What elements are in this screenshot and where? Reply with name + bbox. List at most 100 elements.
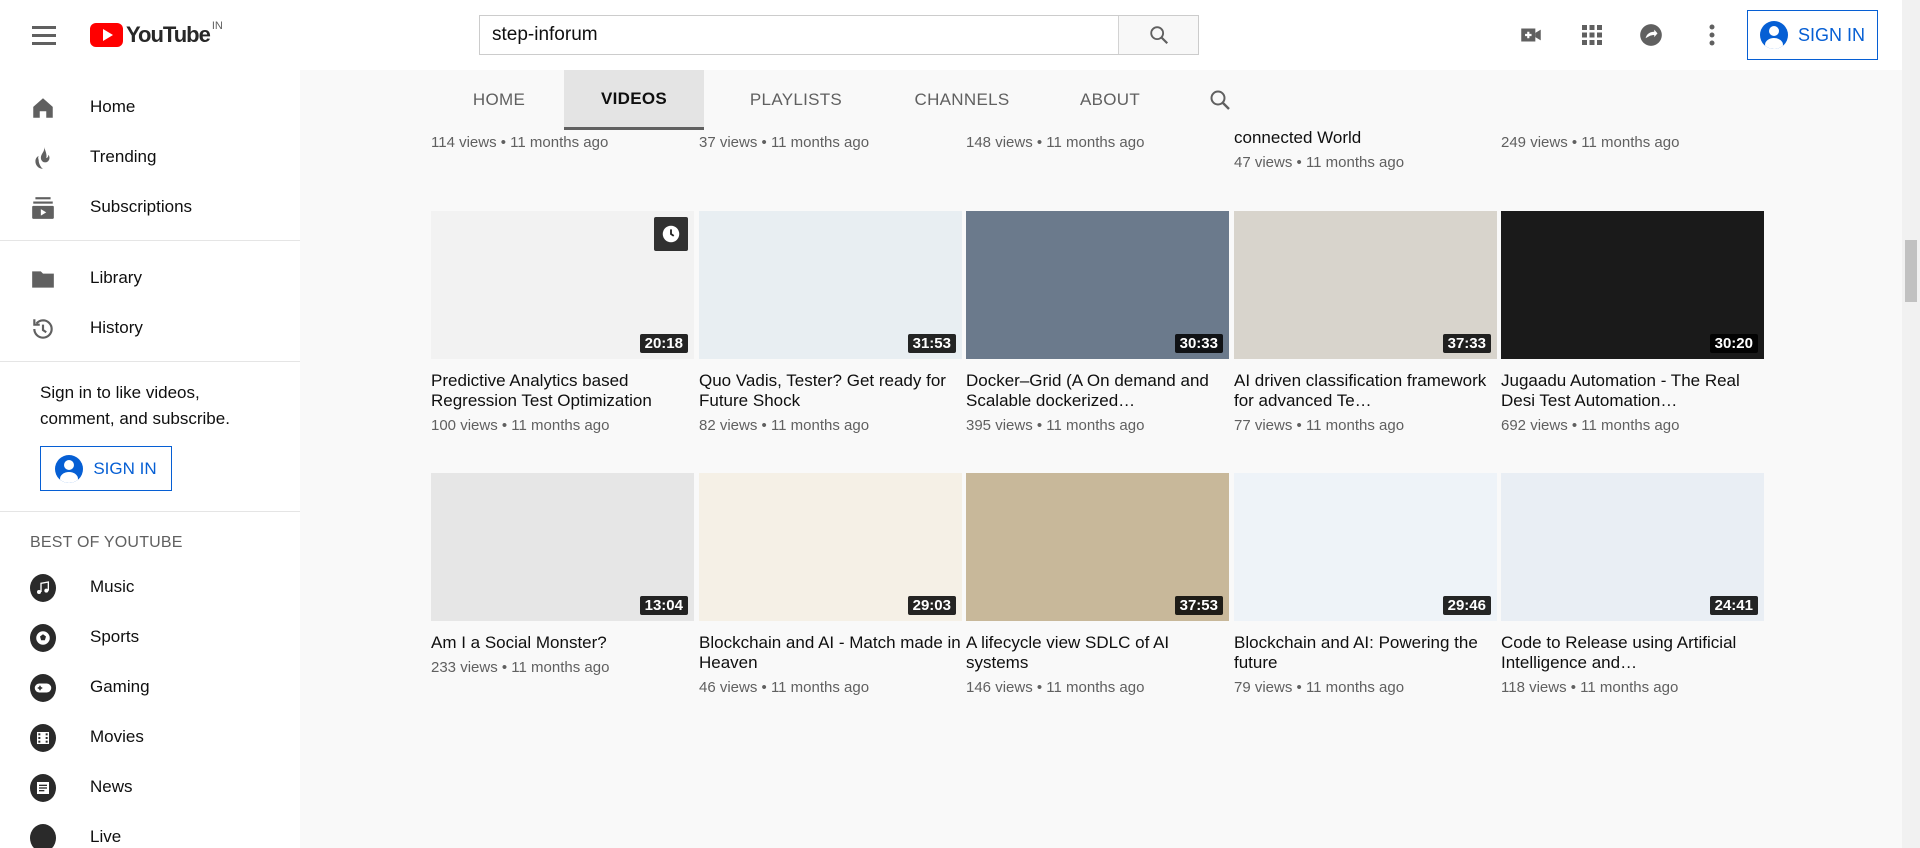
- page-scrollbar[interactable]: [1902, 0, 1920, 848]
- video-duration: 29:46: [1442, 596, 1491, 615]
- video-thumbnail[interactable]: 29:46: [1234, 473, 1497, 621]
- sidebar-item-label: Library: [90, 268, 142, 287]
- video-card[interactable]: 24:41 Code to Release using Artificial In…: [1501, 473, 1764, 696]
- video-duration: 31:53: [907, 334, 956, 353]
- video-card[interactable]: 29:46 Blockchain and AI: Powering the fut…: [1234, 473, 1497, 696]
- settings-more-button[interactable]: [1697, 20, 1727, 50]
- sidebar-item-home[interactable]: Home: [0, 82, 300, 132]
- tab-videos[interactable]: VIDEOS: [564, 70, 704, 130]
- tab-home[interactable]: HOME: [444, 70, 554, 130]
- video-thumbnail[interactable]: 29:03: [699, 473, 962, 621]
- masthead: YouTube IN SIGN IN: [0, 0, 1920, 70]
- video-thumbnail[interactable]: 31:53: [699, 211, 962, 359]
- video-title[interactable]: Docker–Grid (A On demand and Scalable do…: [966, 371, 1229, 411]
- video-metadata: 37 views • 11 months ago: [699, 134, 870, 151]
- video-metadata: 692 views • 11 months ago: [1501, 417, 1680, 434]
- video-metadata: 46 views • 11 months ago: [699, 679, 870, 696]
- guide-sidebar: Home Trending Subscriptions Library Hist…: [0, 70, 300, 848]
- video-title[interactable]: Jugaadu Automation - The Real Desi Test …: [1501, 371, 1764, 411]
- video-card[interactable]: 31:53 Quo Vadis, Tester? Get ready for Fu…: [699, 211, 962, 434]
- video-thumbnail[interactable]: 37:33: [1234, 211, 1497, 359]
- sidebar-item-music[interactable]: Music: [0, 562, 300, 612]
- video-duration: 13:04: [639, 596, 688, 615]
- sidebar-item-live[interactable]: Live: [0, 812, 300, 848]
- sidebar-item-label: Music: [90, 577, 135, 596]
- video-title[interactable]: Predictive Analytics based Regression Te…: [431, 371, 694, 411]
- video-card[interactable]: 37:53 A lifecycle view SDLC of AI systems…: [966, 473, 1229, 696]
- video-metadata: 82 views • 11 months ago: [699, 417, 870, 434]
- video-title[interactable]: Am I a Social Monster?: [431, 633, 694, 653]
- movies-icon: [30, 724, 56, 752]
- history-icon: [30, 316, 56, 342]
- sidebar-item-label: Sports: [90, 627, 140, 646]
- video-card[interactable]: 37:33 AI driven classification framework …: [1234, 211, 1497, 434]
- video-duration: 30:20: [1709, 334, 1758, 353]
- video-title[interactable]: AI driven classification framework for a…: [1234, 371, 1497, 411]
- search-button[interactable]: [1118, 16, 1198, 54]
- watch-later-button[interactable]: [654, 217, 688, 251]
- video-duration: 29:03: [907, 596, 956, 615]
- search-icon: [1149, 26, 1168, 45]
- messages-button[interactable]: [1636, 20, 1666, 50]
- video-thumbnail[interactable]: 24:41: [1501, 473, 1764, 621]
- video-card[interactable]: 30:33 Docker–Grid (A On demand and Scalab…: [966, 211, 1229, 434]
- video-title[interactable]: Code to Release using Artificial Intelli…: [1501, 633, 1764, 673]
- channel-tabs: HOME VIDEOS PLAYLISTS CHANNELS ABOUT: [300, 70, 1902, 130]
- scrollbar-thumb[interactable]: [1905, 240, 1917, 302]
- more-vertical-icon: [1709, 24, 1715, 46]
- tab-channels[interactable]: CHANNELS: [892, 70, 1032, 130]
- signin-button[interactable]: SIGN IN: [1747, 10, 1878, 60]
- guide-menu-button[interactable]: [26, 20, 62, 50]
- sidebar-item-label: Gaming: [90, 677, 150, 696]
- channel-search-button[interactable]: [1195, 70, 1245, 130]
- video-metadata: 233 views • 11 months ago: [431, 659, 610, 676]
- sidebar-signin-button[interactable]: SIGN IN: [40, 446, 172, 491]
- video-thumbnail[interactable]: 13:04: [431, 473, 694, 621]
- search-input[interactable]: [480, 16, 1118, 54]
- video-thumbnail[interactable]: 37:53: [966, 473, 1229, 621]
- sidebar-item-sports[interactable]: Sports: [0, 612, 300, 662]
- video-thumbnail[interactable]: 30:20: [1501, 211, 1764, 359]
- menu-icon-bar: [32, 33, 56, 37]
- account-icon: [55, 454, 84, 483]
- video-title[interactable]: Blockchain and AI: Powering the future: [1234, 633, 1497, 673]
- sidebar-item-label: Subscriptions: [90, 197, 193, 216]
- live-icon: [30, 824, 56, 848]
- apps-button[interactable]: [1577, 20, 1607, 50]
- sidebar-item-library[interactable]: Library: [0, 253, 300, 303]
- sidebar-item-gaming[interactable]: Gaming: [0, 662, 300, 712]
- signin-prompt: Sign in to like videos, comment, and sub…: [40, 383, 230, 428]
- video-thumbnail[interactable]: 20:18: [431, 211, 694, 359]
- news-icon: [30, 774, 56, 802]
- search-box: [479, 15, 1199, 55]
- clock-icon: [662, 225, 680, 243]
- video-thumbnail[interactable]: 30:33: [966, 211, 1229, 359]
- library-icon: [30, 266, 56, 292]
- sidebar-item-label: History: [90, 318, 143, 337]
- gaming-icon-wrap: [30, 674, 56, 702]
- sidebar-item-history[interactable]: History: [0, 303, 300, 353]
- sports-icon-wrap: [30, 624, 56, 652]
- video-card[interactable]: 20:18 Predictive Analytics based Regressi…: [431, 211, 694, 434]
- video-card[interactable]: 13:04 Am I a Social Monster? 233 views • 1…: [431, 473, 694, 676]
- video-title[interactable]: Quo Vadis, Tester? Get ready for Future …: [699, 371, 962, 411]
- subscriptions-icon: [30, 195, 56, 221]
- sidebar-item-subscriptions[interactable]: Subscriptions: [0, 182, 300, 232]
- account-icon: [1759, 21, 1788, 49]
- video-title[interactable]: A lifecycle view SDLC of AI systems: [966, 633, 1229, 673]
- live-icon-wrap: [30, 824, 56, 848]
- signin-label: SIGN IN: [93, 458, 157, 478]
- search-icon: [1210, 90, 1230, 110]
- video-card[interactable]: 29:03 Blockchain and AI - Match made in H…: [699, 473, 962, 696]
- tab-playlists[interactable]: PLAYLISTS: [726, 70, 866, 130]
- menu-icon: [32, 25, 56, 29]
- youtube-logo[interactable]: YouTube IN: [90, 20, 223, 48]
- video-card[interactable]: 30:20 Jugaadu Automation - The Real Desi …: [1501, 211, 1764, 434]
- sidebar-item-movies[interactable]: Movies: [0, 712, 300, 762]
- create-video-button[interactable]: [1516, 20, 1546, 50]
- sidebar-item-trending[interactable]: Trending: [0, 132, 300, 182]
- tab-about[interactable]: ABOUT: [1055, 70, 1165, 130]
- home-icon: [30, 95, 56, 121]
- sidebar-item-news[interactable]: News: [0, 762, 300, 812]
- video-title[interactable]: Blockchain and AI - Match made in Heaven: [699, 633, 962, 673]
